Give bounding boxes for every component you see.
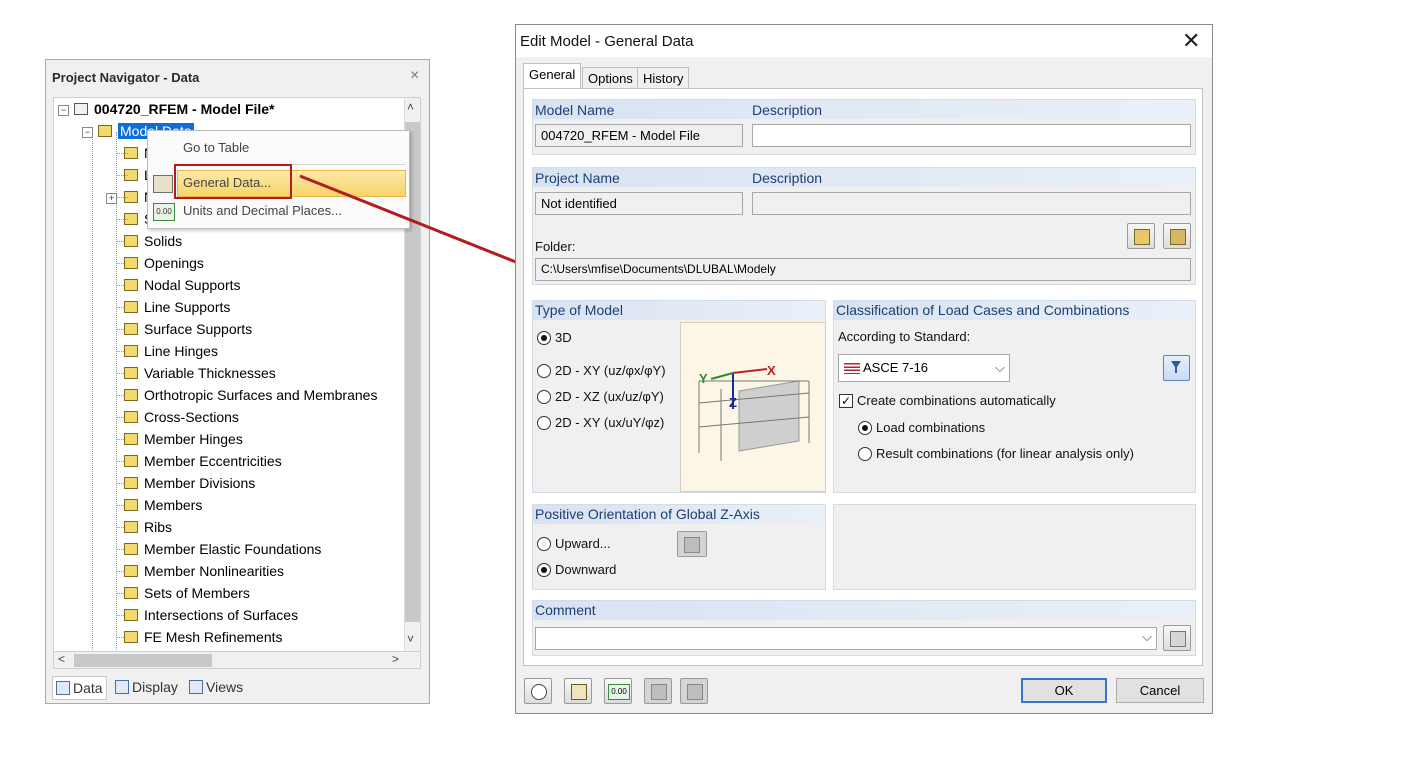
axis-y-label: Y [699, 371, 708, 386]
radio-3d[interactable] [537, 331, 551, 345]
edit-button[interactable] [564, 678, 592, 704]
comment-dropdown-icon[interactable]: ⌵ [1142, 629, 1152, 645]
upward-label: Upward... [555, 536, 611, 551]
dialog-body: Model Name Description 004720_RFEM - Mod… [523, 88, 1203, 666]
new-project-icon [1134, 229, 1150, 245]
dialog-titlebar: Edit Model - General Data ✕ [516, 25, 1212, 57]
model-description-input[interactable] [752, 124, 1191, 147]
help-button[interactable] [524, 678, 552, 704]
project-name-label: Project Name [535, 170, 620, 186]
project-description-label: Description [752, 170, 823, 186]
tab-history[interactable]: History [637, 67, 690, 88]
edit-model-dialog: Edit Model - General Data ✕ General Opti… [515, 24, 1213, 714]
radio-2d-xy-ux-label: 2D - XY (ux/uY/φz) [555, 415, 665, 430]
comment-header: Comment [533, 601, 1195, 620]
export-icon [687, 684, 703, 700]
model-description-label: Description [752, 102, 823, 118]
ok-button[interactable]: OK [1021, 678, 1107, 703]
radio-result-combinations[interactable] [858, 447, 872, 461]
export-button[interactable] [680, 678, 708, 704]
radio-3d-label: 3D [555, 330, 572, 345]
new-project-button[interactable] [1127, 223, 1155, 249]
create-combinations-label: Create combinations automatically [857, 393, 1056, 408]
radio-load-combinations[interactable] [858, 421, 872, 435]
comment-input[interactable] [535, 627, 1157, 650]
orientation-header: Positive Orientation of Global Z-Axis [533, 505, 825, 524]
create-combinations-checkbox[interactable]: ✓ [839, 394, 853, 408]
comment-list-icon [1170, 631, 1186, 647]
type-of-model-header: Type of Model [533, 301, 825, 320]
type-of-model-group: Type of Model 3D 2D - XY (uz/φx/φY) 2D -… [532, 300, 826, 493]
radio-2d-xy-ux[interactable] [537, 416, 551, 430]
import-button[interactable] [644, 678, 672, 704]
dialog-title: Edit Model - General Data [520, 33, 694, 50]
magnifier-icon [684, 537, 700, 553]
standard-select[interactable]: ASCE 7-16 ⌵ [838, 354, 1010, 382]
radio-upward[interactable] [537, 537, 551, 551]
load-combinations-label: Load combinations [876, 420, 986, 435]
folder-path-field[interactable]: C:\Users\mfise\Documents\DLUBAL\Modely [535, 258, 1191, 281]
result-combinations-label: Result combinations (for linear analysis… [876, 446, 1134, 461]
us-flag-icon [844, 363, 860, 375]
tab-options[interactable]: Options [582, 67, 639, 88]
orientation-group: Positive Orientation of Global Z-Axis Up… [532, 504, 826, 590]
orientation-view-button[interactable] [677, 531, 707, 557]
classification-header: Classification of Load Cases and Combina… [834, 301, 1195, 320]
help-icon [531, 684, 547, 700]
project-name-field[interactable]: Not identified [535, 192, 743, 215]
chevron-down-icon: ⌵ [995, 360, 1005, 375]
select-project-button[interactable] [1163, 223, 1191, 249]
radio-2d-xy-uz-label: 2D - XY (uz/φx/φY) [555, 363, 666, 378]
axis-z-label: Z [729, 395, 737, 410]
model-type-illustration: X Y Z [680, 322, 826, 492]
units-button[interactable]: 0.00 [604, 678, 632, 704]
axis-x-label: X [767, 363, 776, 378]
project-group: Project Name Description Not identified … [532, 167, 1196, 285]
radio-2d-xz-label: 2D - XZ (ux/uz/φY) [555, 389, 664, 404]
comment-browse-button[interactable] [1163, 625, 1191, 651]
radio-downward[interactable] [537, 563, 551, 577]
radio-2d-xy-uz[interactable] [537, 364, 551, 378]
import-icon [651, 684, 667, 700]
model-name-label: Model Name [535, 102, 615, 118]
filter-icon [1171, 361, 1181, 373]
model-name-field[interactable]: 004720_RFEM - Model File [535, 124, 743, 147]
tab-general[interactable]: General [523, 63, 582, 88]
comment-group: Comment ⌵ [532, 600, 1196, 656]
edit-icon [571, 684, 587, 700]
cancel-button[interactable]: Cancel [1116, 678, 1204, 703]
filter-standard-button[interactable] [1163, 355, 1190, 381]
downward-label: Downward [555, 562, 617, 577]
project-header [533, 168, 1195, 187]
model-name-group: Model Name Description 004720_RFEM - Mod… [532, 99, 1196, 155]
empty-group-area [833, 504, 1196, 590]
standard-label: According to Standard: [838, 329, 971, 344]
building-illustration [698, 368, 810, 461]
model-name-header [533, 100, 1195, 119]
project-description-field[interactable] [752, 192, 1191, 215]
radio-2d-xz[interactable] [537, 390, 551, 404]
dialog-close-icon[interactable]: ✕ [1182, 28, 1200, 54]
units-icon: 0.00 [608, 684, 630, 700]
classification-group: Classification of Load Cases and Combina… [833, 300, 1196, 493]
project-manager-icon [1170, 229, 1186, 245]
folder-label: Folder: [535, 239, 576, 254]
